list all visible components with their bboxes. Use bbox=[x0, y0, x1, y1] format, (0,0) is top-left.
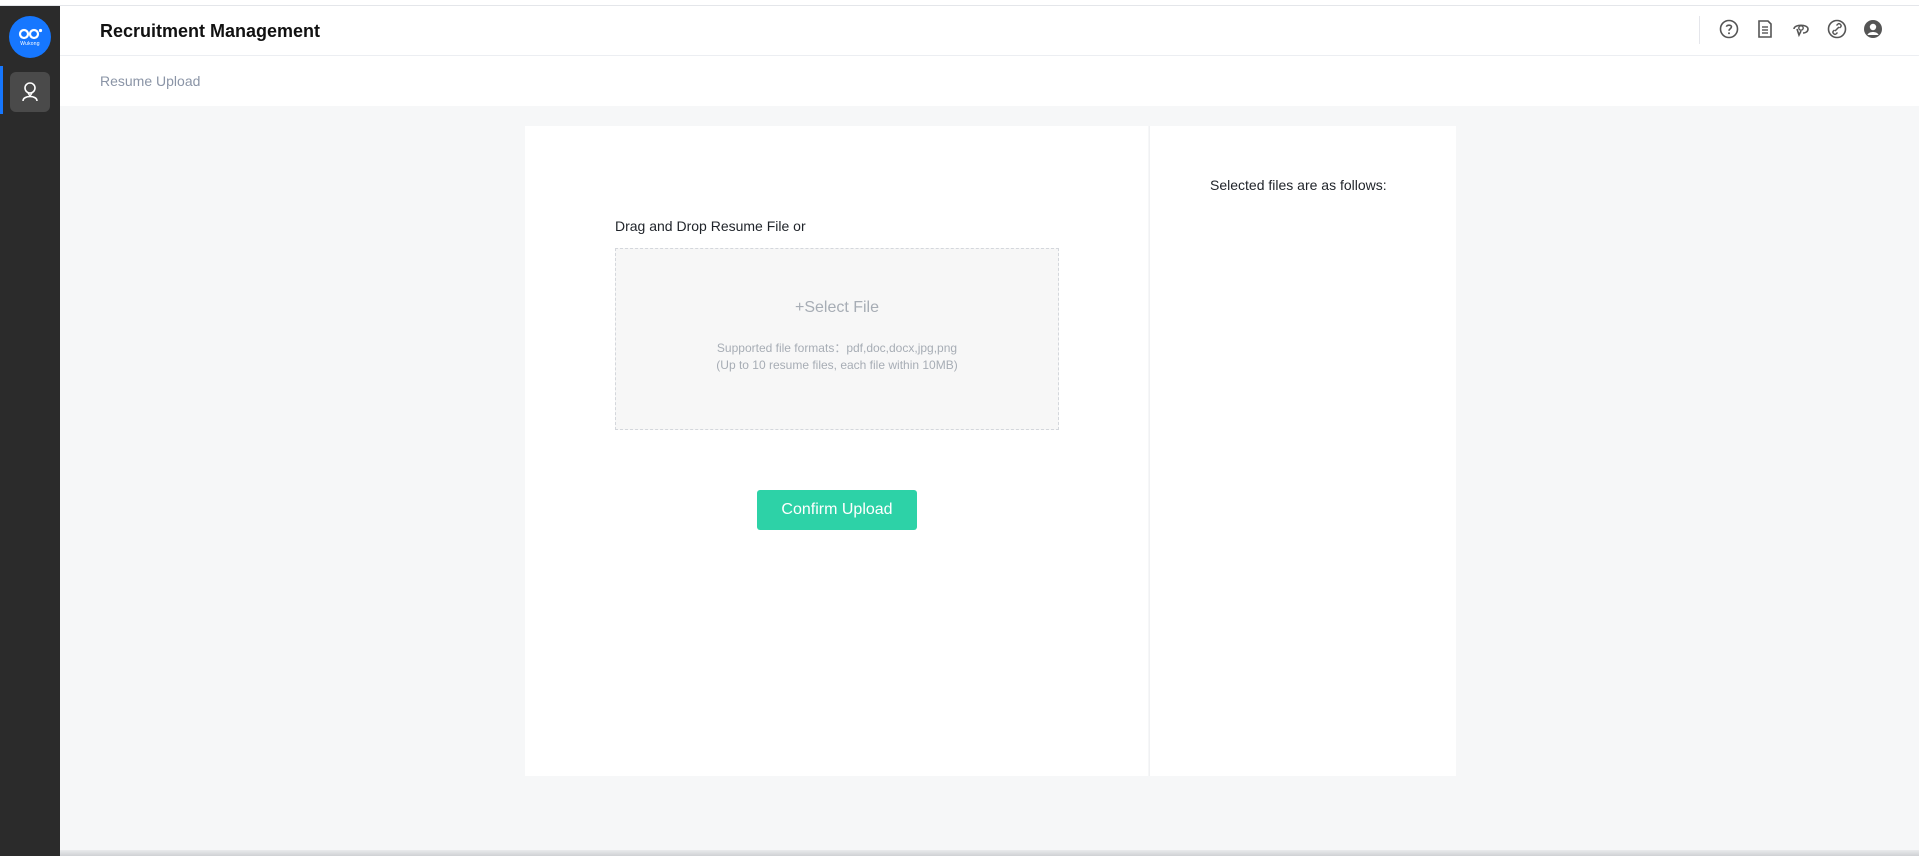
link-icon[interactable] bbox=[1825, 17, 1849, 41]
person-icon bbox=[22, 82, 38, 102]
user-avatar-icon[interactable] bbox=[1861, 17, 1885, 41]
sidebar-item-recruitment[interactable] bbox=[10, 72, 50, 112]
header-icon-group bbox=[1717, 17, 1885, 41]
infinity-logo-icon bbox=[18, 28, 43, 39]
sidebar: Wukong bbox=[0, 6, 60, 856]
upload-panel: Drag and Drop Resume File or +Select Fil… bbox=[525, 126, 1148, 776]
bottom-edge bbox=[60, 850, 1919, 856]
supported-formats-text: Supported file formats：pdf,doc,docx,jpg,… bbox=[616, 340, 1058, 374]
select-file-link[interactable]: +Select File bbox=[616, 299, 1058, 317]
file-dropzone[interactable]: +Select File Supported file formats：pdf,… bbox=[615, 248, 1059, 430]
document-icon[interactable] bbox=[1753, 17, 1777, 41]
confirm-upload-button[interactable]: Confirm Upload bbox=[757, 490, 917, 530]
help-icon[interactable] bbox=[1717, 17, 1741, 41]
top-border bbox=[0, 0, 1919, 6]
sidebar-active-indicator bbox=[0, 66, 3, 114]
drag-drop-label: Drag and Drop Resume File or bbox=[615, 218, 806, 234]
formats-line: Supported file formats：pdf,doc,docx,jpg,… bbox=[716, 341, 958, 355]
selected-files-title: Selected files are as follows: bbox=[1210, 177, 1387, 193]
limit-line: (Up to 10 resume files, each file within… bbox=[716, 358, 958, 372]
selected-files-panel: Selected files are as follows: bbox=[1149, 126, 1456, 776]
breadcrumb-current[interactable]: Resume Upload bbox=[100, 73, 200, 89]
support-icon[interactable] bbox=[1789, 17, 1813, 41]
page-title: Recruitment Management bbox=[100, 21, 321, 41]
logo-text: Wukong bbox=[20, 40, 40, 47]
top-header: Recruitment Management bbox=[60, 6, 1919, 56]
main-content: Drag and Drop Resume File or +Select Fil… bbox=[60, 106, 1919, 856]
app-root: Wukong Recruitment Management Resume Upl… bbox=[0, 0, 1919, 856]
breadcrumb-bar: Resume Upload bbox=[60, 56, 1919, 106]
app-logo[interactable]: Wukong bbox=[9, 16, 51, 58]
header-divider bbox=[1699, 16, 1700, 44]
